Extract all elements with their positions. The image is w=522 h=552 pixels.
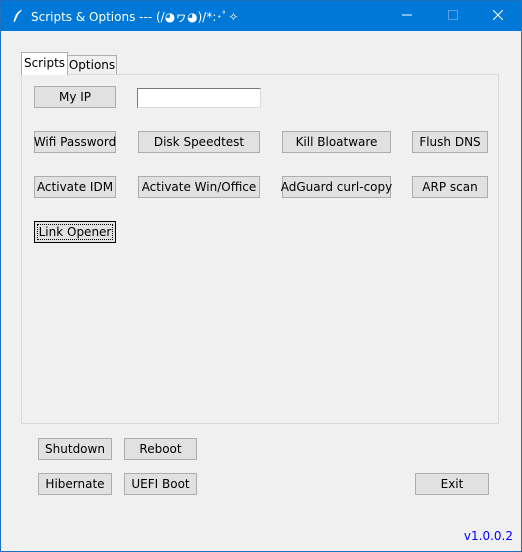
disk-speedtest-button[interactable]: Disk Speedtest <box>138 131 260 153</box>
maximize-button[interactable] <box>430 1 476 31</box>
shutdown-button[interactable]: Shutdown <box>38 438 112 460</box>
scripts-panel <box>21 74 499 424</box>
wifi-password-button[interactable]: Wifi Password <box>34 131 116 153</box>
version-label: v1.0.0.2 <box>463 529 513 543</box>
minimize-icon <box>402 9 412 23</box>
link-opener-button[interactable]: Link Opener <box>34 221 116 243</box>
tab-scripts[interactable]: Scripts <box>21 52 68 75</box>
tab-options[interactable]: Options <box>67 55 117 75</box>
kill-bloatware-button[interactable]: Kill Bloatware <box>282 131 391 153</box>
maximize-icon <box>448 9 458 23</box>
app-window: Scripts & Options --- (/◕ヮ◕)/*:･ﾟ✧ Scrip… <box>0 0 522 552</box>
window-title: Scripts & Options --- (/◕ヮ◕)/*:･ﾟ✧ <box>31 10 239 24</box>
ip-output-field[interactable] <box>137 88 261 108</box>
my-ip-button[interactable]: My IP <box>34 86 116 108</box>
arp-scan-button[interactable]: ARP scan <box>412 176 488 198</box>
flush-dns-button[interactable]: Flush DNS <box>412 131 488 153</box>
activate-idm-button[interactable]: Activate IDM <box>34 176 116 198</box>
close-icon <box>492 9 504 23</box>
activate-win-office-button[interactable]: Activate Win/Office <box>138 176 260 198</box>
minimize-button[interactable] <box>384 1 430 31</box>
exit-button[interactable]: Exit <box>415 473 489 495</box>
adguard-curl-copy-button[interactable]: AdGuard curl-copy <box>281 176 392 198</box>
reboot-button[interactable]: Reboot <box>124 438 197 460</box>
uefi-boot-button[interactable]: UEFI Boot <box>124 473 197 495</box>
title-bar[interactable]: Scripts & Options --- (/◕ヮ◕)/*:･ﾟ✧ <box>1 1 521 31</box>
hibernate-button[interactable]: Hibernate <box>38 473 112 495</box>
feather-icon <box>10 8 26 24</box>
focus-indicator <box>37 224 113 240</box>
close-button[interactable] <box>475 1 521 31</box>
